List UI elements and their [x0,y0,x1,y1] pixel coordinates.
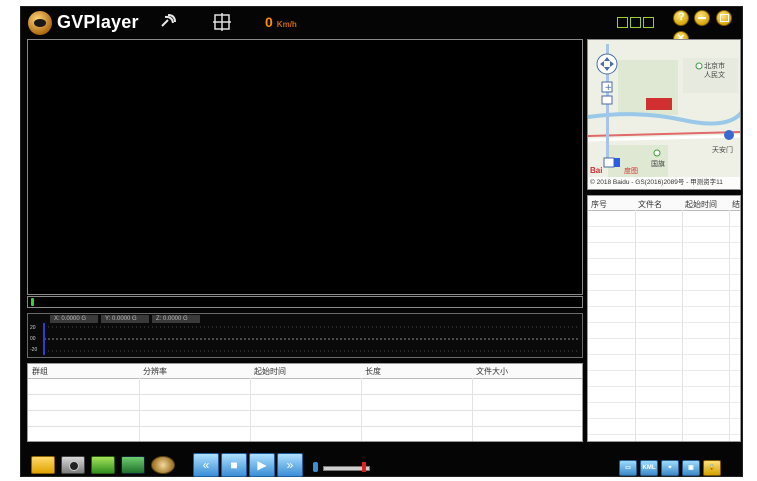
list-item[interactable] [588,339,740,355]
gsensor-tick-top: 20 [30,325,36,331]
list-item[interactable] [588,275,740,291]
gvplayer-window: GVPlayer 0Km/h X: 0.0000 G Y: 0.0000 G Z… [20,6,743,477]
gsensor-tick-mid: 00 [30,336,36,342]
list-item[interactable] [588,371,740,387]
lock-button[interactable]: 🔒 [703,460,721,476]
layout-switcher [617,15,656,28]
open-folder-button[interactable] [31,456,55,474]
list-item[interactable] [588,291,740,307]
table-row[interactable] [28,411,582,427]
kml-export-button[interactable]: KML [640,460,658,476]
gsensor-graph: X: 0.0000 G Y: 0.0000 G Z: 0.0000 G 20 0… [27,313,583,358]
playlist-header: 序号 文件名 起始时间 结 [588,196,740,211]
list-item[interactable] [588,307,740,323]
map-label-guoqi: 国旗 [651,161,665,168]
gsensor-tick-bottom: -20 [30,347,38,353]
map-button[interactable]: ⌖ [661,460,679,476]
maximize-button[interactable] [715,10,732,26]
file-list-table: 群组 分辨率 起始时间 长度 文件大小 [27,363,583,442]
map-copyright: © 2018 Baidu - GS(2016)2089号 - 甲测资字11 [588,177,740,189]
layout-split-icon[interactable] [630,17,641,28]
column-end[interactable]: 结 [732,199,740,210]
app-title: GVPlayer [57,12,139,32]
satellite-icon [159,13,177,31]
column-index[interactable]: 序号 [591,199,607,210]
play-button[interactable]: ▶ [249,453,275,477]
volume-slider-knob[interactable] [362,462,366,472]
column-group[interactable]: 群组 [32,366,48,377]
speed-readout: 0 Km/h [265,14,297,30]
list-item[interactable] [588,227,740,243]
layout-single-icon[interactable] [617,17,628,28]
list-item[interactable] [588,211,740,227]
list-item[interactable] [588,259,740,275]
column-file-size[interactable]: 文件大小 [476,366,508,377]
speed-unit: Km/h [276,20,297,29]
list-item[interactable] [588,355,740,371]
column-length[interactable]: 长度 [365,366,381,377]
rewind-button[interactable]: « [193,453,219,477]
column-divider [361,378,362,441]
minimize-button[interactable] [694,10,711,26]
list-item[interactable] [588,323,740,339]
speed-value: 0 [265,14,273,30]
export-button[interactable] [121,456,145,474]
disk-button[interactable] [151,456,175,474]
app-logo-icon [28,11,52,35]
map-label-renminwen: 人民文 [704,72,725,79]
video-panel[interactable] [27,39,583,295]
column-filename[interactable]: 文件名 [638,199,662,210]
column-divider [250,378,251,441]
list-item[interactable] [588,419,740,435]
list-item[interactable] [588,403,740,419]
library-button[interactable] [91,456,115,474]
list-item[interactable] [588,243,740,259]
table-row[interactable] [28,427,582,441]
column-divider [635,210,636,441]
title-bar: GVPlayer 0 Km/h [21,7,742,47]
column-resolution[interactable]: 分辨率 [143,366,167,377]
column-divider [682,210,683,441]
settings-button[interactable]: ▭ [619,460,637,476]
stop-button[interactable]: ■ [221,453,247,477]
playback-timeline[interactable] [27,296,583,308]
table-row[interactable] [28,395,582,411]
help-button[interactable] [673,10,689,26]
svg-text:+: + [605,83,613,93]
gsensor-plot [43,323,580,355]
map-panel[interactable]: + 北京市 人民文 国旗 天安门 Bai 度图 © 2018 Baidu - G… [587,39,741,190]
column-divider [472,378,473,441]
layout-quad-icon[interactable] [643,17,654,28]
snapshot-button[interactable] [61,456,85,474]
window-mode-button[interactable]: ▣ [682,460,700,476]
playlist-table: 序号 文件名 起始时间 结 [587,195,741,442]
map-label-tiananmen: 天安门 [712,147,733,154]
list-item[interactable] [588,387,740,403]
timeline-position-marker[interactable] [31,298,34,306]
volume-icon[interactable] [313,462,318,472]
fast-forward-button[interactable]: » [277,453,303,477]
map-logo-map: 度图 [624,168,638,175]
gps-signal-icon [211,11,233,33]
column-start-time[interactable]: 起始时间 [685,199,717,210]
column-divider [729,210,730,441]
list-item[interactable] [588,435,740,441]
column-start-time[interactable]: 起始时间 [254,366,286,377]
bottom-toolbar: « ■ ▶ » ▭ KML ⌖ ▣ 🔒 [21,449,742,478]
table-row[interactable] [28,379,582,395]
file-list-header: 群组 分辨率 起始时间 长度 文件大小 [28,364,582,379]
column-divider [139,378,140,441]
map-logo-baidu: Bai [590,166,603,175]
